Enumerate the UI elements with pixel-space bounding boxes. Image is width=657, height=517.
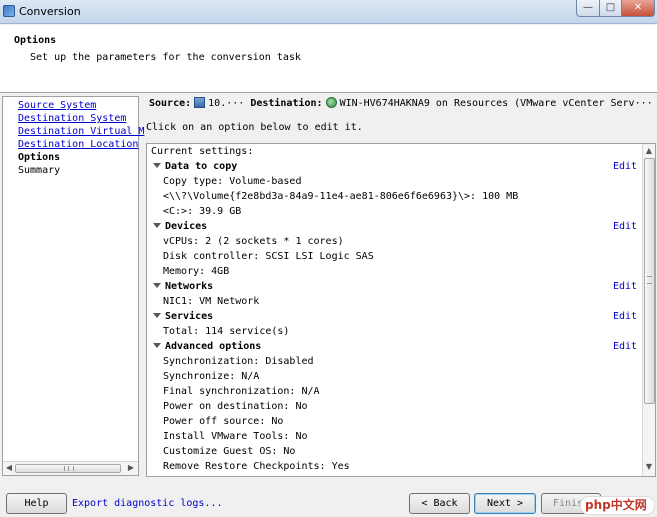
minimize-button[interactable]: — <box>576 0 600 17</box>
setting-line: Synchronization: Disabled <box>163 356 314 367</box>
setting-line: Final synchronization: N/A <box>163 386 320 397</box>
next-button[interactable]: Next > <box>474 493 536 514</box>
server-icon <box>194 97 206 108</box>
help-button[interactable]: Help <box>6 493 67 514</box>
nav-item-source-system[interactable]: Source System <box>18 100 96 111</box>
setting-line: <C:>: 39.9 GB <box>163 206 242 217</box>
export-diagnostic-logs-link[interactable]: Export diagnostic logs... <box>72 498 223 509</box>
setting-line: Customize Guest OS: No <box>163 446 296 457</box>
setting-line: Memory: 4GB <box>163 266 230 277</box>
title-bar: Conversion — □ ✕ <box>0 0 657 24</box>
setting-line: Install VMware Tools: No <box>163 431 308 442</box>
nav-item-options: Options <box>18 152 61 163</box>
scroll-down-icon[interactable]: ▼ <box>644 462 654 471</box>
nav-horizontal-scrollbar[interactable]: ◀ ▶ <box>3 461 138 475</box>
nav-item-destination-virtual-machine[interactable]: Destination Virtual M <box>18 126 144 137</box>
edit-advanced-options-link[interactable]: Edit <box>613 341 637 352</box>
setting-line: Power on destination: No <box>163 401 308 412</box>
wizard-header: Options Set up the parameters for the co… <box>0 25 657 93</box>
section-services[interactable]: Services <box>147 311 213 322</box>
section-data-to-copy[interactable]: Data to copy <box>147 161 237 172</box>
section-advanced-options[interactable]: Advanced options <box>147 341 261 352</box>
collapse-arrow-icon[interactable] <box>153 283 161 288</box>
scroll-thumb[interactable] <box>15 464 121 473</box>
nav-item-summary: Summary <box>18 165 61 176</box>
section-networks[interactable]: Networks <box>147 281 213 292</box>
edit-data-to-copy-link[interactable]: Edit <box>613 161 637 172</box>
setting-line: Total: 114 service(s) <box>163 326 290 337</box>
collapse-arrow-icon[interactable] <box>153 343 161 348</box>
app-icon <box>3 5 15 17</box>
window-title: Conversion <box>19 5 81 18</box>
edit-services-link[interactable]: Edit <box>613 311 637 322</box>
setting-line: Disk controller: SCSI LSI Logic SAS <box>163 251 374 262</box>
scroll-right-icon[interactable]: ▶ <box>126 463 136 472</box>
collapse-arrow-icon[interactable] <box>153 163 161 168</box>
edit-devices-link[interactable]: Edit <box>613 221 637 232</box>
page-title: Options <box>14 35 57 46</box>
close-button[interactable]: ✕ <box>622 0 655 17</box>
current-settings-panel: Current settings: Data to copy Edit Copy… <box>146 143 656 477</box>
edit-networks-link[interactable]: Edit <box>613 281 637 292</box>
setting-line: vCPUs: 2 (2 sockets * 1 cores) <box>163 236 344 247</box>
setting-line: Power off source: No <box>163 416 284 427</box>
setting-line: NIC1: VM Network <box>163 296 260 307</box>
scroll-thumb[interactable] <box>644 158 655 404</box>
setting-line: Remove Restore Checkpoints: Yes <box>163 461 350 472</box>
destination-label: Destination: <box>250 98 323 109</box>
scroll-left-icon[interactable]: ◀ <box>4 463 14 472</box>
source-label: Source: <box>149 98 192 109</box>
back-button[interactable]: < Back <box>409 493 470 514</box>
instruction-text: Click on an option below to edit it. <box>146 122 363 133</box>
settings-vertical-scrollbar[interactable]: ▲ ▼ <box>642 144 655 476</box>
collapse-arrow-icon[interactable] <box>153 313 161 318</box>
nav-item-destination-system[interactable]: Destination System <box>18 113 126 124</box>
maximize-button[interactable]: □ <box>600 0 622 17</box>
collapse-arrow-icon[interactable] <box>153 223 161 228</box>
vcenter-icon <box>325 97 337 108</box>
setting-line: <\\?\Volume{f2e8bd3a-84a9-11e4-ae81-806e… <box>163 191 519 202</box>
scroll-up-icon[interactable]: ▲ <box>644 146 654 155</box>
section-devices[interactable]: Devices <box>147 221 207 232</box>
destination-value: WIN-HV674HAKNA9 on Resources (VMware vCe… <box>339 98 653 109</box>
setting-line: Synchronize: N/A <box>163 371 260 382</box>
watermark-logo: php中文网 <box>580 496 655 515</box>
page-subtitle: Set up the parameters for the conversion… <box>30 52 301 63</box>
setting-line: Copy type: Volume-based <box>163 176 302 187</box>
source-value: 10.··· <box>208 98 245 109</box>
source-destination-line: Source: 10.··· Destination: WIN-HV674HAKNA… <box>149 97 654 109</box>
nav-item-destination-location[interactable]: Destination Location <box>18 139 138 150</box>
settings-heading: Current settings: <box>151 146 254 157</box>
wizard-steps-nav: Source System Destination System Destina… <box>2 96 144 476</box>
